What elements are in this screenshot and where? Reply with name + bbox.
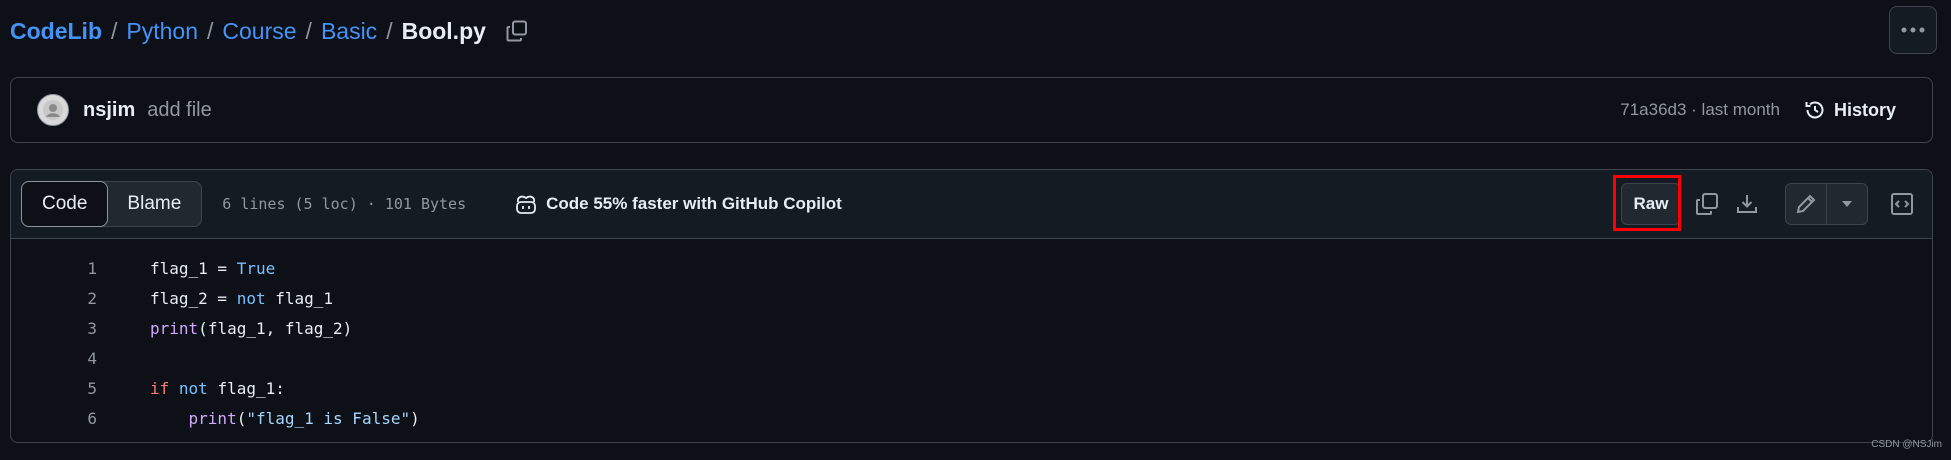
code-line: 1 flag_1 = True xyxy=(11,253,1932,283)
more-options-button[interactable] xyxy=(1889,6,1937,54)
breadcrumb-separator: / xyxy=(207,17,214,44)
code-text: flag_2 = not flag_1 xyxy=(150,289,333,308)
code-token: , xyxy=(265,318,285,338)
code-line: 3 print(flag_1, flag_2) xyxy=(11,313,1932,343)
edit-button-group xyxy=(1785,183,1868,225)
code-token: flag_2 xyxy=(150,288,208,308)
file-header: Code Blame 6 lines (5 loc) · 101 Bytes C… xyxy=(11,170,1932,239)
code-token: = xyxy=(207,288,237,308)
code-line: 5 if not flag_1: xyxy=(11,373,1932,403)
symbols-panel-button[interactable] xyxy=(1882,184,1922,224)
line-number[interactable]: 5 xyxy=(11,379,97,398)
kebab-icon xyxy=(1901,27,1925,33)
code-token: flag_1 xyxy=(150,258,208,278)
avatar-silhouette-icon xyxy=(43,100,63,120)
commit-meta[interactable]: 71a36d3 · last month xyxy=(1620,100,1780,120)
copy-raw-button[interactable] xyxy=(1687,184,1727,224)
download-button[interactable] xyxy=(1727,184,1767,224)
line-number[interactable]: 6 xyxy=(11,409,97,428)
breadcrumb-separator: / xyxy=(111,17,118,44)
breadcrumb: CodeLib / Python / Course / Basic / Bool… xyxy=(10,14,530,48)
code-token: flag_1 xyxy=(217,378,276,398)
tab-code[interactable]: Code xyxy=(21,181,109,227)
code-keyword: not xyxy=(178,378,208,398)
breadcrumb-item-course[interactable]: Course xyxy=(222,18,296,45)
triangle-down-icon xyxy=(1842,201,1852,207)
code-line: 4 xyxy=(11,343,1932,373)
copy-path-button[interactable] xyxy=(504,18,530,44)
tab-blame[interactable]: Blame xyxy=(107,182,201,226)
edit-button[interactable] xyxy=(1786,184,1826,224)
raw-highlight-box xyxy=(1613,175,1681,231)
download-icon xyxy=(1737,195,1757,213)
code-token: = xyxy=(207,258,237,278)
code-square-icon xyxy=(1891,193,1913,215)
code-string: "flag_1 is False" xyxy=(246,408,411,428)
raw-button[interactable]: Raw xyxy=(1613,175,1681,231)
code-token: : xyxy=(275,378,285,398)
code-text: print("flag_1 is False") xyxy=(150,409,420,428)
line-number[interactable]: 3 xyxy=(11,319,97,338)
code-token: flag_1 xyxy=(207,318,266,338)
code-text: if not flag_1: xyxy=(150,379,285,398)
pencil-icon xyxy=(1796,194,1816,214)
commit-author[interactable]: nsjim xyxy=(83,99,135,122)
latest-commit-bar: nsjim add file 71a36d3 · last month Hist… xyxy=(10,77,1933,143)
breadcrumb-item-basic[interactable]: Basic xyxy=(321,18,377,45)
code-function: print xyxy=(188,408,237,428)
code-text: flag_1 = True xyxy=(150,259,275,278)
copy-icon xyxy=(506,20,527,42)
file-viewer: Code Blame 6 lines (5 loc) · 101 Bytes C… xyxy=(10,169,1933,443)
copy-icon xyxy=(1696,193,1718,215)
line-number[interactable]: 1 xyxy=(11,259,97,278)
copilot-text: Code 55% faster with GitHub Copilot xyxy=(546,194,842,213)
breadcrumb-repo-link[interactable]: CodeLib xyxy=(10,18,102,45)
view-toggle: Code Blame xyxy=(21,181,203,227)
edit-dropdown-button[interactable] xyxy=(1827,184,1867,224)
breadcrumb-separator: / xyxy=(305,17,312,44)
code-line: 2 flag_2 = not flag_1 xyxy=(11,283,1932,313)
code-token: ) xyxy=(410,408,420,428)
code-line: 6 print("flag_1 is False") xyxy=(11,403,1932,433)
breadcrumb-file-name: Bool.py xyxy=(401,17,486,44)
code-view[interactable]: 1 flag_1 = True 2 flag_2 = not flag_1 3 … xyxy=(11,239,1932,433)
code-keyword: not xyxy=(236,288,266,308)
history-icon xyxy=(1805,101,1824,119)
code-text: print(flag_1, flag_2) xyxy=(150,319,352,338)
avatar[interactable] xyxy=(37,94,69,126)
file-info: 6 lines (5 loc) · 101 Bytes xyxy=(222,195,467,213)
code-token: ( xyxy=(236,408,247,428)
breadcrumb-item-python[interactable]: Python xyxy=(126,18,198,45)
code-keyword: if xyxy=(150,378,170,398)
code-keyword: True xyxy=(236,258,276,278)
code-token: ) xyxy=(342,318,353,338)
watermark: CSDN @NSJim xyxy=(1871,439,1942,450)
code-token: flag_1 xyxy=(275,288,334,308)
code-function: print xyxy=(150,318,199,338)
line-number[interactable]: 2 xyxy=(11,289,97,308)
file-actions: Raw xyxy=(1613,175,1922,231)
line-number[interactable]: 4 xyxy=(11,349,97,368)
history-label: History xyxy=(1833,99,1896,120)
copilot-icon xyxy=(516,195,537,214)
breadcrumb-separator: / xyxy=(386,17,393,44)
code-token: ( xyxy=(198,318,208,338)
copilot-promo[interactable]: Code 55% faster with GitHub Copilot xyxy=(514,193,842,215)
commit-message[interactable]: add file xyxy=(147,99,212,122)
history-button[interactable]: History xyxy=(1804,99,1896,121)
commit-right-group: 71a36d3 · last month History xyxy=(1620,99,1914,121)
code-token: flag_2 xyxy=(284,318,343,338)
